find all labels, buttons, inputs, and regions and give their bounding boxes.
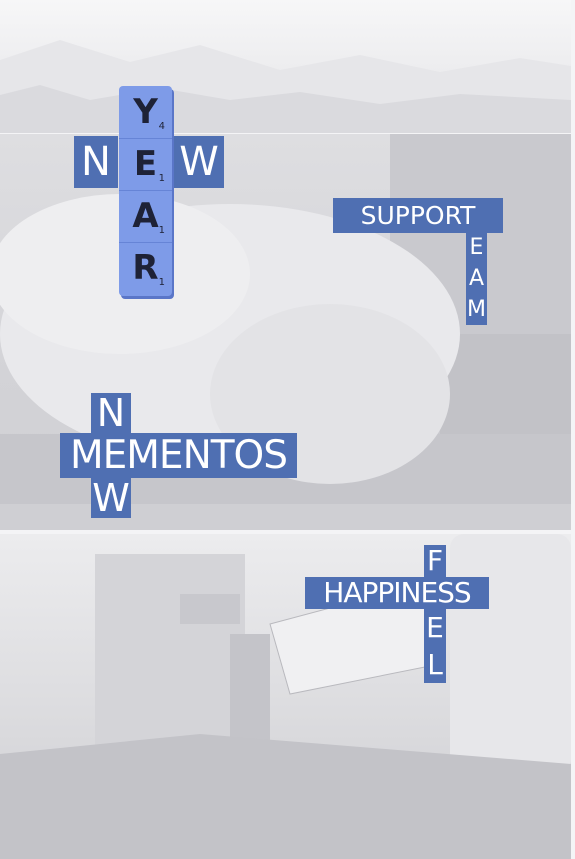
word-happiness: HAPPINESS — [305, 577, 489, 609]
letter-tile-n: N — [91, 393, 131, 433]
letter-tile-e: E — [424, 609, 446, 647]
letter-tile-n: N — [74, 136, 118, 188]
letter-tile-w: W — [174, 136, 224, 188]
letter-tile-f: F — [424, 545, 446, 577]
word-mementos: MEMENTOS — [60, 433, 297, 478]
scrabble-tile-a: A1 — [119, 190, 172, 243]
letter-tile-w: W — [91, 476, 131, 520]
scrabble-column-year: Y4 E1 A1 R1 — [119, 86, 172, 296]
scrabble-tile-r: R1 — [132, 248, 165, 288]
photo-panel-top — [0, 0, 571, 133]
letter-tile-e: E — [466, 233, 487, 263]
letter-tile-a: A — [466, 263, 487, 295]
mountain-photo — [0, 40, 571, 133]
word-support: SUPPORT — [333, 198, 503, 233]
scrabble-tile-y: Y4 — [119, 86, 172, 139]
letter-tile-m: M — [466, 295, 487, 325]
scrabble-tile-e: E1 — [119, 138, 172, 191]
letter-tile-l: L — [424, 647, 446, 683]
